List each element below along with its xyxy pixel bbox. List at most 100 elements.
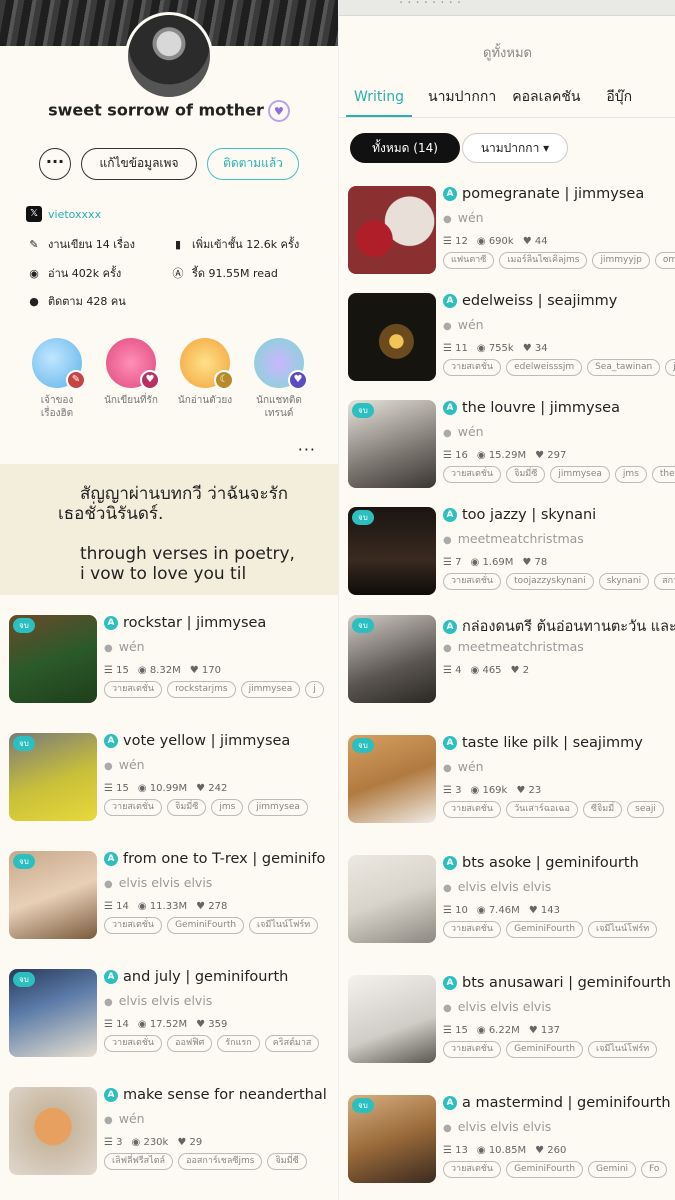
story-author[interactable]: ● wén <box>443 424 484 439</box>
story-tag[interactable]: เมอร์ลินไซเคิลjms <box>499 252 588 269</box>
story-cover-thumbnail[interactable]: จบ <box>348 507 436 595</box>
story-author[interactable]: ● wén <box>443 317 484 332</box>
story-tag[interactable]: ออฟฟิศ <box>167 1035 213 1052</box>
story-cover-thumbnail[interactable]: จบ <box>348 1095 436 1183</box>
tab-collection[interactable]: คอลเลคชัน <box>504 84 588 117</box>
story-title[interactable]: Aand july | geminifourth <box>104 969 288 985</box>
story-tag[interactable]: jimmysea <box>248 799 308 816</box>
story-cover-thumbnail[interactable] <box>348 186 436 274</box>
story-tag[interactable]: toojazzyskynani <box>506 573 594 590</box>
story-author[interactable]: ● wén <box>104 639 145 654</box>
story-tag[interactable]: thelou <box>651 466 675 483</box>
story-title[interactable]: Apomegranate | jimmysea <box>443 186 644 202</box>
tab-pen-name[interactable]: นามปากกา <box>420 84 504 117</box>
story-tag[interactable]: เจมีไนน์โฟร์ท <box>249 917 319 934</box>
story-tag[interactable]: ซีจิมมี่ <box>582 801 623 818</box>
story-tag[interactable]: jim <box>665 359 675 376</box>
story-tag[interactable]: วายสเตชั่น <box>443 359 502 376</box>
story-author[interactable]: ● elvis elvis elvis <box>104 993 212 1008</box>
more-options-button[interactable]: ··· <box>39 148 71 180</box>
story-tag[interactable]: วายสเตชั่น <box>443 1041 502 1058</box>
story-author[interactable]: ● wén <box>443 759 484 774</box>
story-tag[interactable]: จิมมี่ซี <box>267 1153 307 1170</box>
story-author[interactable]: ● elvis elvis elvis <box>443 879 551 894</box>
story-card[interactable]: จบ Atoo jazzy | skynani ● meetmeatchristm… <box>339 507 675 595</box>
badge-beloved-writer[interactable]: ♥ นักเขียนที่รัก <box>96 338 166 407</box>
story-card[interactable]: จบ Afrom one to T-rex | geminifo ● elvis … <box>0 851 338 955</box>
story-title[interactable]: Amake sense for neanderthal <box>104 1087 327 1103</box>
story-tag[interactable]: คริสต์มาส <box>264 1035 320 1052</box>
badge-avid-reader[interactable]: ☾ นักอ่านตัวยง <box>170 338 240 407</box>
story-title[interactable]: Atoo jazzy | skynani <box>443 507 596 523</box>
story-author[interactable]: ● wén <box>104 1111 145 1126</box>
story-title[interactable]: Aedelweiss | seajimmy <box>443 293 617 309</box>
ellipsis-menu-icon[interactable]: ··· <box>298 440 316 459</box>
story-author[interactable]: ● elvis elvis elvis <box>443 1119 551 1134</box>
story-cover-thumbnail[interactable] <box>348 855 436 943</box>
story-card[interactable]: จบ Aand july | geminifourth ● elvis elvis… <box>0 969 338 1073</box>
story-tag[interactable]: GeminiFourth <box>506 1041 584 1058</box>
story-tag[interactable]: วายสเตชั่น <box>443 801 502 818</box>
story-tag[interactable]: GeminiFourth <box>167 917 245 934</box>
story-title[interactable]: Abts anusawari | geminifourth <box>443 975 671 991</box>
story-card[interactable]: จบ A กล่องดนตรี ต้นอ่อนทานตะวัน และส ● mee… <box>339 615 675 719</box>
story-title[interactable]: Athe louvre | jimmysea <box>443 400 620 416</box>
badge-trend-chatter[interactable]: ♥ นักแชทติด เทรนด์ <box>244 338 314 420</box>
story-tag[interactable]: วายสเตชั่น <box>443 1161 502 1178</box>
filter-pen-name-dropdown[interactable]: นามปากกา ▾ <box>462 133 568 163</box>
following-button[interactable]: ติดตามแล้ว <box>207 148 299 180</box>
avatar[interactable] <box>125 12 213 100</box>
story-tag[interactable]: จิมมี่ซี <box>167 799 207 816</box>
story-author[interactable]: ● wén <box>443 210 484 225</box>
story-tag[interactable]: jimmyyjp <box>592 252 650 269</box>
story-author[interactable]: ● meetmeatchristmas <box>443 639 584 654</box>
tab-ebook[interactable]: อีบุ๊ก <box>598 84 640 117</box>
badge-hit-owner[interactable]: ✎ เจ้าของ เรื่องฮิต <box>22 338 92 420</box>
story-tag[interactable]: แฟนตาซี <box>443 252 495 269</box>
story-author[interactable]: ● elvis elvis elvis <box>443 999 551 1014</box>
see-all-link[interactable]: ดูทั้งหมด <box>339 42 675 63</box>
story-card[interactable]: จบ Arockstar | jimmysea ● wén ☰ 15 ◉ 8.32… <box>0 615 338 719</box>
story-tag[interactable]: jimmysea <box>240 681 301 698</box>
story-cover-thumbnail[interactable]: จบ <box>9 733 97 821</box>
story-tag[interactable]: เจมีไนน์โฟร์ท <box>588 1041 658 1058</box>
edit-page-button[interactable]: แก้ไขข้อมูลเพจ <box>81 148 197 180</box>
story-tag[interactable]: jimmysea <box>550 466 610 483</box>
story-cover-thumbnail[interactable]: จบ <box>9 969 97 1057</box>
story-tag[interactable]: เลิฟลี่ฟรีสไตล์ <box>104 1153 174 1170</box>
story-tag[interactable]: วายสเตชั่น <box>104 681 163 698</box>
story-cover-thumbnail[interactable]: จบ <box>9 615 97 703</box>
story-title[interactable]: Aa mastermind | geminifourth <box>443 1095 671 1111</box>
story-card[interactable]: จบ Aa mastermind | geminifourth ● elvis e… <box>339 1095 675 1199</box>
story-tag[interactable]: วายสเตชั่น <box>104 917 163 934</box>
story-title[interactable]: A กล่องดนตรี ต้นอ่อนทานตะวัน และส <box>443 615 675 638</box>
story-tag[interactable]: วายสเตชั่น <box>443 921 502 938</box>
story-cover-thumbnail[interactable] <box>348 293 436 381</box>
story-cover-thumbnail[interactable]: จบ <box>9 851 97 939</box>
story-tag[interactable]: j <box>305 681 324 698</box>
story-tag[interactable]: วายสเตชั่น <box>104 1035 163 1052</box>
story-tag[interactable]: วายสเตชั่น <box>443 573 502 590</box>
story-title[interactable]: Arockstar | jimmysea <box>104 615 266 631</box>
x-link[interactable]: 𝕏 vietoxxxx <box>26 206 101 222</box>
story-title[interactable]: Avote yellow | jimmysea <box>104 733 290 749</box>
story-tag[interactable]: จิมมี่ซี <box>506 466 546 483</box>
story-tag[interactable]: GeminiFourth <box>506 1161 584 1178</box>
story-author[interactable]: ● wén <box>104 757 145 772</box>
story-card[interactable]: Amake sense for neanderthal ● wén ☰ 3 ◉ 2… <box>0 1087 338 1191</box>
story-tag[interactable]: วายสเตชั่น <box>104 799 163 816</box>
story-tag[interactable]: วายสเตชั่น <box>443 466 502 483</box>
story-cover-thumbnail[interactable]: จบ <box>348 615 436 703</box>
story-card[interactable]: จบ Avote yellow | jimmysea ● wén ☰ 15 ◉ 1… <box>0 733 338 837</box>
story-tag[interactable]: รักแรก <box>217 1035 260 1052</box>
story-author[interactable]: ● elvis elvis elvis <box>104 875 212 890</box>
story-card[interactable]: จบ Athe louvre | jimmysea ● wén ☰ 16 ◉ 15… <box>339 400 675 504</box>
story-tag[interactable]: สกาย <box>654 573 675 590</box>
story-cover-thumbnail[interactable] <box>348 975 436 1063</box>
story-cover-thumbnail[interactable]: จบ <box>348 400 436 488</box>
story-cover-thumbnail[interactable]: จบ <box>348 735 436 823</box>
story-tag[interactable]: GeminiFourth <box>506 921 584 938</box>
story-tag[interactable]: omeg <box>654 252 675 269</box>
story-card[interactable]: Apomegranate | jimmysea ● wén ☰ 12 ◉ 690k… <box>339 186 675 290</box>
story-title[interactable]: Afrom one to T-rex | geminifo <box>104 851 325 867</box>
